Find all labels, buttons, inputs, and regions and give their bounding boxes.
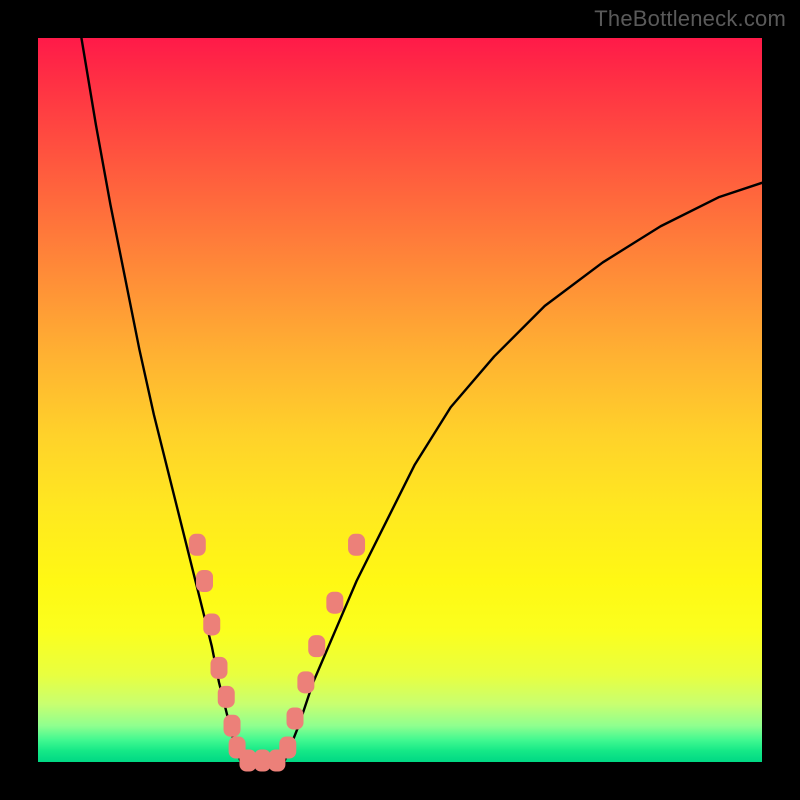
chart-marker: [326, 592, 343, 614]
chart-curves: [81, 38, 762, 762]
chart-marker: [218, 686, 235, 708]
chart-frame: TheBottleneck.com: [0, 0, 800, 800]
chart-marker: [297, 671, 314, 693]
chart-marker: [224, 715, 241, 737]
chart-marker: [308, 635, 325, 657]
chart-markers: [189, 534, 365, 772]
chart-marker: [287, 708, 304, 730]
chart-marker: [239, 750, 256, 772]
watermark-label: TheBottleneck.com: [594, 6, 786, 32]
chart-marker: [211, 657, 228, 679]
chart-marker: [203, 613, 220, 635]
chart-marker: [189, 534, 206, 556]
chart-overlay: [38, 38, 762, 762]
chart-marker: [348, 534, 365, 556]
chart-marker: [196, 570, 213, 592]
chart-marker: [254, 750, 271, 772]
bottleneck-curve: [81, 38, 762, 762]
chart-marker: [279, 737, 296, 759]
